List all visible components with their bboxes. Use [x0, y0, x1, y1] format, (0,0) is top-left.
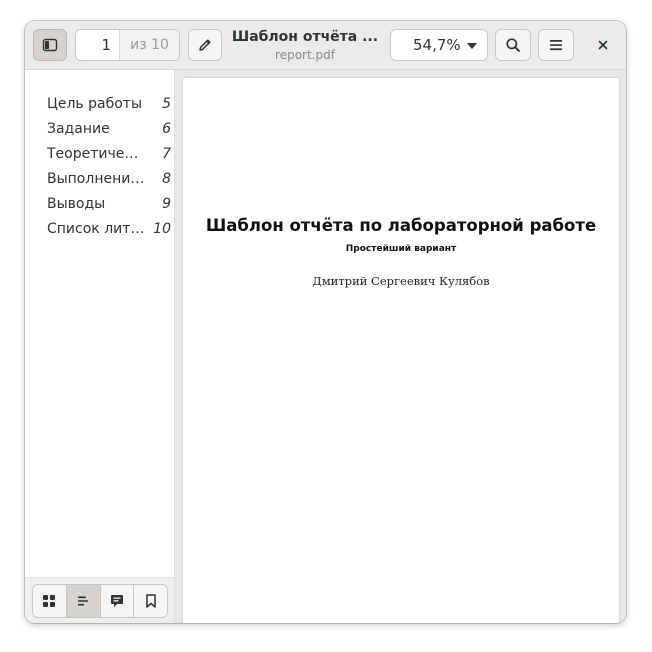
outline-item-label: Теоретичес…: [47, 145, 145, 162]
headerbar: 1 из 10 Шаблон отчёта ... report.pdf 54,…: [25, 21, 626, 70]
search-icon: [506, 38, 520, 52]
outline-item[interactable]: Задание 6: [25, 116, 174, 141]
total-pages-label: из 10: [120, 30, 179, 60]
dropdown-arrow-icon: [467, 43, 477, 49]
outline-item[interactable]: Выполнение… 8: [25, 166, 174, 191]
pdf-page: Шаблон отчёта по лабораторной работе Про…: [183, 78, 619, 623]
document-view[interactable]: Шаблон отчёта по лабораторной работе Про…: [175, 70, 626, 623]
window-title-block: Шаблон отчёта ... report.pdf: [230, 27, 380, 63]
current-page-input[interactable]: 1: [76, 30, 120, 60]
close-icon: [598, 40, 608, 50]
annotate-button[interactable]: [188, 29, 222, 61]
outline-item-label: Выводы: [47, 195, 106, 212]
thumbnails-tab[interactable]: [33, 585, 67, 617]
annotations-icon: [110, 595, 123, 607]
outline-item-page: 6: [162, 120, 171, 137]
outline-item-page: 7: [162, 145, 171, 162]
search-button[interactable]: [495, 29, 531, 61]
outline-tab[interactable]: [66, 585, 101, 617]
outline-item-page: 9: [162, 195, 171, 212]
sidebar-toggle-button[interactable]: [33, 29, 67, 61]
outline-item-label: Задание: [47, 120, 110, 137]
outline-icon: [78, 596, 89, 606]
outline-item[interactable]: Цель работы 5: [25, 91, 174, 116]
page-author: Дмитрий Сергеевич Кулябов: [312, 274, 490, 288]
zoom-value: 54,7%: [413, 36, 461, 54]
main-menu-button[interactable]: [538, 29, 574, 61]
outline-item-label: Выполнение…: [47, 170, 145, 187]
outline-item-label: Цель работы: [47, 95, 143, 112]
close-button[interactable]: [591, 33, 615, 57]
outline-item-label: Список лите…: [47, 220, 145, 237]
sidebar-switcher-bar: [25, 577, 174, 623]
bookmark-icon: [145, 594, 156, 608]
bookmarks-tab[interactable]: [134, 585, 167, 617]
document-viewer-window: 1 из 10 Шаблон отчёта ... report.pdf 54,…: [25, 21, 626, 623]
outline-item[interactable]: Список лите… 10: [25, 216, 174, 241]
sidebar: Цель работы 5 Задание 6 Теоретичес… 7 Вы…: [25, 70, 175, 623]
sidebar-icon: [42, 38, 58, 52]
document-title: Шаблон отчёта ...: [231, 29, 379, 45]
outline-item-page: 8: [162, 170, 171, 187]
outline-item[interactable]: Выводы 9: [25, 191, 174, 216]
sidebar-view-switcher: [32, 584, 168, 618]
document-filename: report.pdf: [275, 48, 335, 62]
zoom-selector[interactable]: 54,7%: [390, 29, 488, 61]
outline-item-page: 5: [162, 95, 171, 112]
hamburger-menu-icon: [550, 40, 562, 51]
pencil-icon: [199, 39, 211, 51]
grid-icon: [43, 595, 56, 607]
page-subtitle: Простейший вариант: [345, 244, 457, 254]
outline-item-page: 10: [153, 220, 171, 237]
page-title: Шаблон отчёта по лабораторной работе: [205, 216, 597, 235]
annotations-tab[interactable]: [101, 585, 135, 617]
page-number-field[interactable]: 1 из 10: [75, 29, 180, 61]
outline-item[interactable]: Теоретичес… 7: [25, 141, 174, 166]
